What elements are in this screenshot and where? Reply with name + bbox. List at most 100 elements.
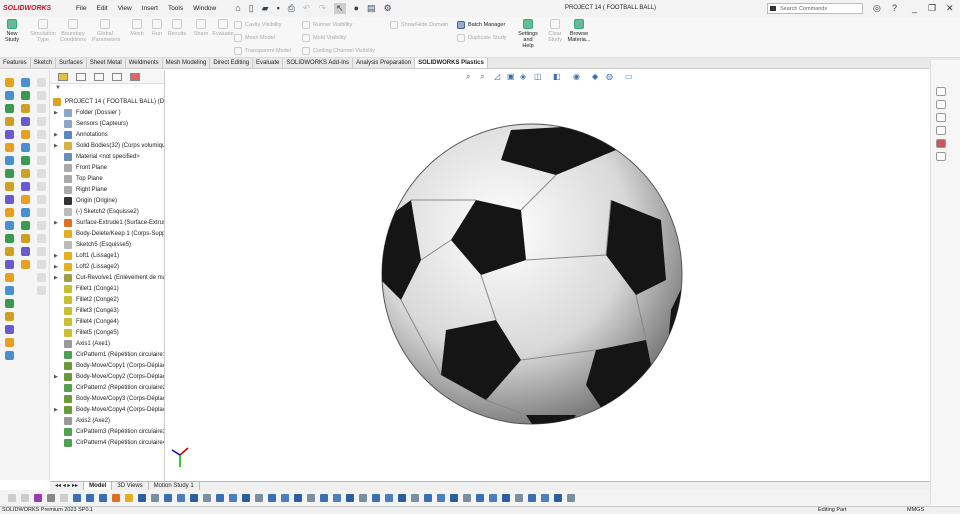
help-icon[interactable]: ? bbox=[892, 3, 897, 13]
sketch-tool-icon[interactable] bbox=[190, 494, 198, 502]
toolbar-tool-icon[interactable] bbox=[5, 91, 14, 100]
tab-weldments[interactable]: Weldments bbox=[126, 58, 163, 68]
sketch-tool-icon[interactable] bbox=[177, 494, 185, 502]
sketch-tool-icon[interactable] bbox=[463, 494, 471, 502]
bottom-tab-motion-study-1[interactable]: Motion Study 1 bbox=[149, 482, 200, 490]
toolbar-tool-icon[interactable] bbox=[37, 234, 46, 243]
sketch-tool-icon[interactable] bbox=[242, 494, 250, 502]
menu-tools[interactable]: Tools bbox=[168, 5, 183, 12]
tree-item[interactable]: Body-Delete/Keep 1 (Corps-Supprimer) bbox=[50, 228, 164, 239]
tab-direct-editing[interactable]: Direct Editing bbox=[210, 58, 254, 68]
minimize-button[interactable]: _ bbox=[912, 3, 917, 13]
sketch-tool-icon[interactable] bbox=[541, 494, 549, 502]
toolbar-tool-icon[interactable] bbox=[37, 273, 46, 282]
print-icon[interactable]: ⎙ bbox=[288, 3, 295, 14]
hide-show-icon[interactable]: ◉ bbox=[573, 72, 580, 81]
ribbon-mold-visibility-button[interactable]: Mold Visibility bbox=[302, 34, 346, 42]
toolbar-tool-icon[interactable] bbox=[5, 182, 14, 191]
tree-item[interactable]: Body-Move/Copy1 (Corps-Déplacer) bbox=[50, 360, 164, 371]
sketch-tool-icon[interactable] bbox=[385, 494, 393, 502]
tree-item[interactable]: ▶ Body-Move/Copy2 (Corps-Déplacer) bbox=[50, 371, 164, 382]
zoom-to-fit-icon[interactable]: ⌕ bbox=[466, 72, 470, 82]
sketch-tool-icon[interactable] bbox=[164, 494, 172, 502]
sketch-tool-icon[interactable] bbox=[333, 494, 341, 502]
tree-item[interactable]: Material <not specified> bbox=[50, 151, 164, 162]
sketch-tool-icon[interactable] bbox=[489, 494, 497, 502]
toolbar-tool-icon[interactable] bbox=[37, 195, 46, 204]
select-icon[interactable]: ↖ bbox=[334, 3, 346, 14]
tree-item[interactable]: Fillet5 (Congé5) bbox=[50, 327, 164, 338]
toolbar-tool-icon[interactable] bbox=[21, 221, 30, 230]
file-explorer-icon[interactable] bbox=[936, 113, 946, 122]
expand-arrow-icon[interactable]: ▶ bbox=[54, 264, 58, 270]
toolbar-tool-icon[interactable] bbox=[5, 312, 14, 321]
sketch-tool-icon[interactable] bbox=[424, 494, 432, 502]
tab-surfaces[interactable]: Surfaces bbox=[56, 58, 87, 68]
traffic-light-icon[interactable]: ● bbox=[354, 3, 359, 14]
resources-icon[interactable] bbox=[936, 87, 946, 96]
sketch-tool-icon[interactable] bbox=[450, 494, 458, 502]
graphics-area[interactable] bbox=[166, 70, 930, 481]
toolbar-tool-icon[interactable] bbox=[37, 78, 46, 87]
appearances-icon[interactable] bbox=[936, 139, 946, 148]
sketch-tool-icon[interactable] bbox=[528, 494, 536, 502]
dynamic-annotation-icon[interactable]: ◈ bbox=[520, 72, 526, 81]
scene-icon[interactable]: ◍ bbox=[606, 72, 613, 81]
toolbar-tool-icon[interactable] bbox=[37, 130, 46, 139]
tab-solidworks-plastics[interactable]: SOLIDWORKS Plastics bbox=[415, 58, 488, 68]
sketch-tool-icon[interactable] bbox=[34, 494, 42, 502]
tab-analysis-preparation[interactable]: Analysis Preparation bbox=[353, 58, 416, 68]
tree-item[interactable]: Right Plane bbox=[50, 184, 164, 195]
toolbar-tool-icon[interactable] bbox=[5, 260, 14, 269]
ribbon-boundary-conditions-button[interactable]: Boundary Conditions bbox=[60, 19, 86, 43]
sketch-tool-icon[interactable] bbox=[346, 494, 354, 502]
toolbar-tool-icon[interactable] bbox=[5, 234, 14, 243]
toolbar-tool-icon[interactable] bbox=[21, 182, 30, 191]
toolbar-tool-icon[interactable] bbox=[5, 299, 14, 308]
ribbon-clear-study-button[interactable]: Clear Study bbox=[544, 19, 566, 43]
ribbon-evaluate-button[interactable]: Evaluate bbox=[210, 19, 236, 37]
save-icon[interactable]: ▪ bbox=[277, 3, 280, 14]
menu-file[interactable]: File bbox=[76, 5, 86, 12]
sketch-tool-icon[interactable] bbox=[307, 494, 315, 502]
sketch-tool-icon[interactable] bbox=[73, 494, 81, 502]
toolbar-tool-icon[interactable] bbox=[21, 208, 30, 217]
tree-item[interactable]: ▶ Folder (Dossier ) bbox=[50, 107, 164, 118]
expand-arrow-icon[interactable]: ▶ bbox=[54, 110, 58, 116]
tree-item[interactable]: Fillet1 (Congé1) bbox=[50, 283, 164, 294]
new-document-icon[interactable]: ▯ bbox=[249, 3, 254, 14]
tree-item[interactable]: ▶ Surface-Extrude1 (Surface-Extrusion) bbox=[50, 217, 164, 228]
ribbon-cooling-channel-visibility-button[interactable]: Cooling Channel Visibility bbox=[302, 47, 375, 55]
toolbar-tool-icon[interactable] bbox=[5, 78, 14, 87]
toolbar-tool-icon[interactable] bbox=[5, 169, 14, 178]
toolbar-tool-icon[interactable] bbox=[21, 260, 30, 269]
toolbar-tool-icon[interactable] bbox=[37, 156, 46, 165]
tab-scroll-arrows[interactable]: ◂◂ ◂ ▸ ▸▸ bbox=[50, 482, 85, 490]
toolbar-tool-icon[interactable] bbox=[5, 325, 14, 334]
toolbar-tool-icon[interactable] bbox=[21, 91, 30, 100]
toolbar-tool-icon[interactable] bbox=[21, 195, 30, 204]
toolbar-tool-icon[interactable] bbox=[21, 156, 30, 165]
sketch-tool-icon[interactable] bbox=[125, 494, 133, 502]
expand-arrow-icon[interactable]: ▶ bbox=[54, 275, 58, 281]
toolbar-tool-icon[interactable] bbox=[21, 234, 30, 243]
toolbar-tool-icon[interactable] bbox=[5, 273, 14, 282]
sketch-tool-icon[interactable] bbox=[21, 494, 29, 502]
ribbon-settings-and-help-button[interactable]: Settings and Help bbox=[517, 19, 539, 49]
sketch-tool-icon[interactable] bbox=[268, 494, 276, 502]
tree-item[interactable]: ▶ Body-Move/Copy4 (Corps-Déplacer) bbox=[50, 404, 164, 415]
file-properties-icon[interactable]: ▤ bbox=[367, 3, 376, 14]
toolbar-tool-icon[interactable] bbox=[21, 78, 30, 87]
tab-sheet-metal[interactable]: Sheet Metal bbox=[87, 58, 126, 68]
toolbar-tool-icon[interactable] bbox=[21, 130, 30, 139]
toolbar-tool-icon[interactable] bbox=[5, 156, 14, 165]
tree-item[interactable]: CirPattern3 (Répétition circulaire3) bbox=[50, 426, 164, 437]
sketch-tool-icon[interactable] bbox=[554, 494, 562, 502]
custom-properties-icon[interactable] bbox=[936, 152, 946, 161]
tree-item[interactable]: Front Plane bbox=[50, 162, 164, 173]
undo-icon[interactable]: ↶ bbox=[303, 3, 311, 14]
tree-filter-icon[interactable] bbox=[52, 85, 162, 95]
sketch-tool-icon[interactable] bbox=[60, 494, 68, 502]
tree-item[interactable]: Sensors (Capteurs) bbox=[50, 118, 164, 129]
sketch-tool-icon[interactable] bbox=[294, 494, 302, 502]
